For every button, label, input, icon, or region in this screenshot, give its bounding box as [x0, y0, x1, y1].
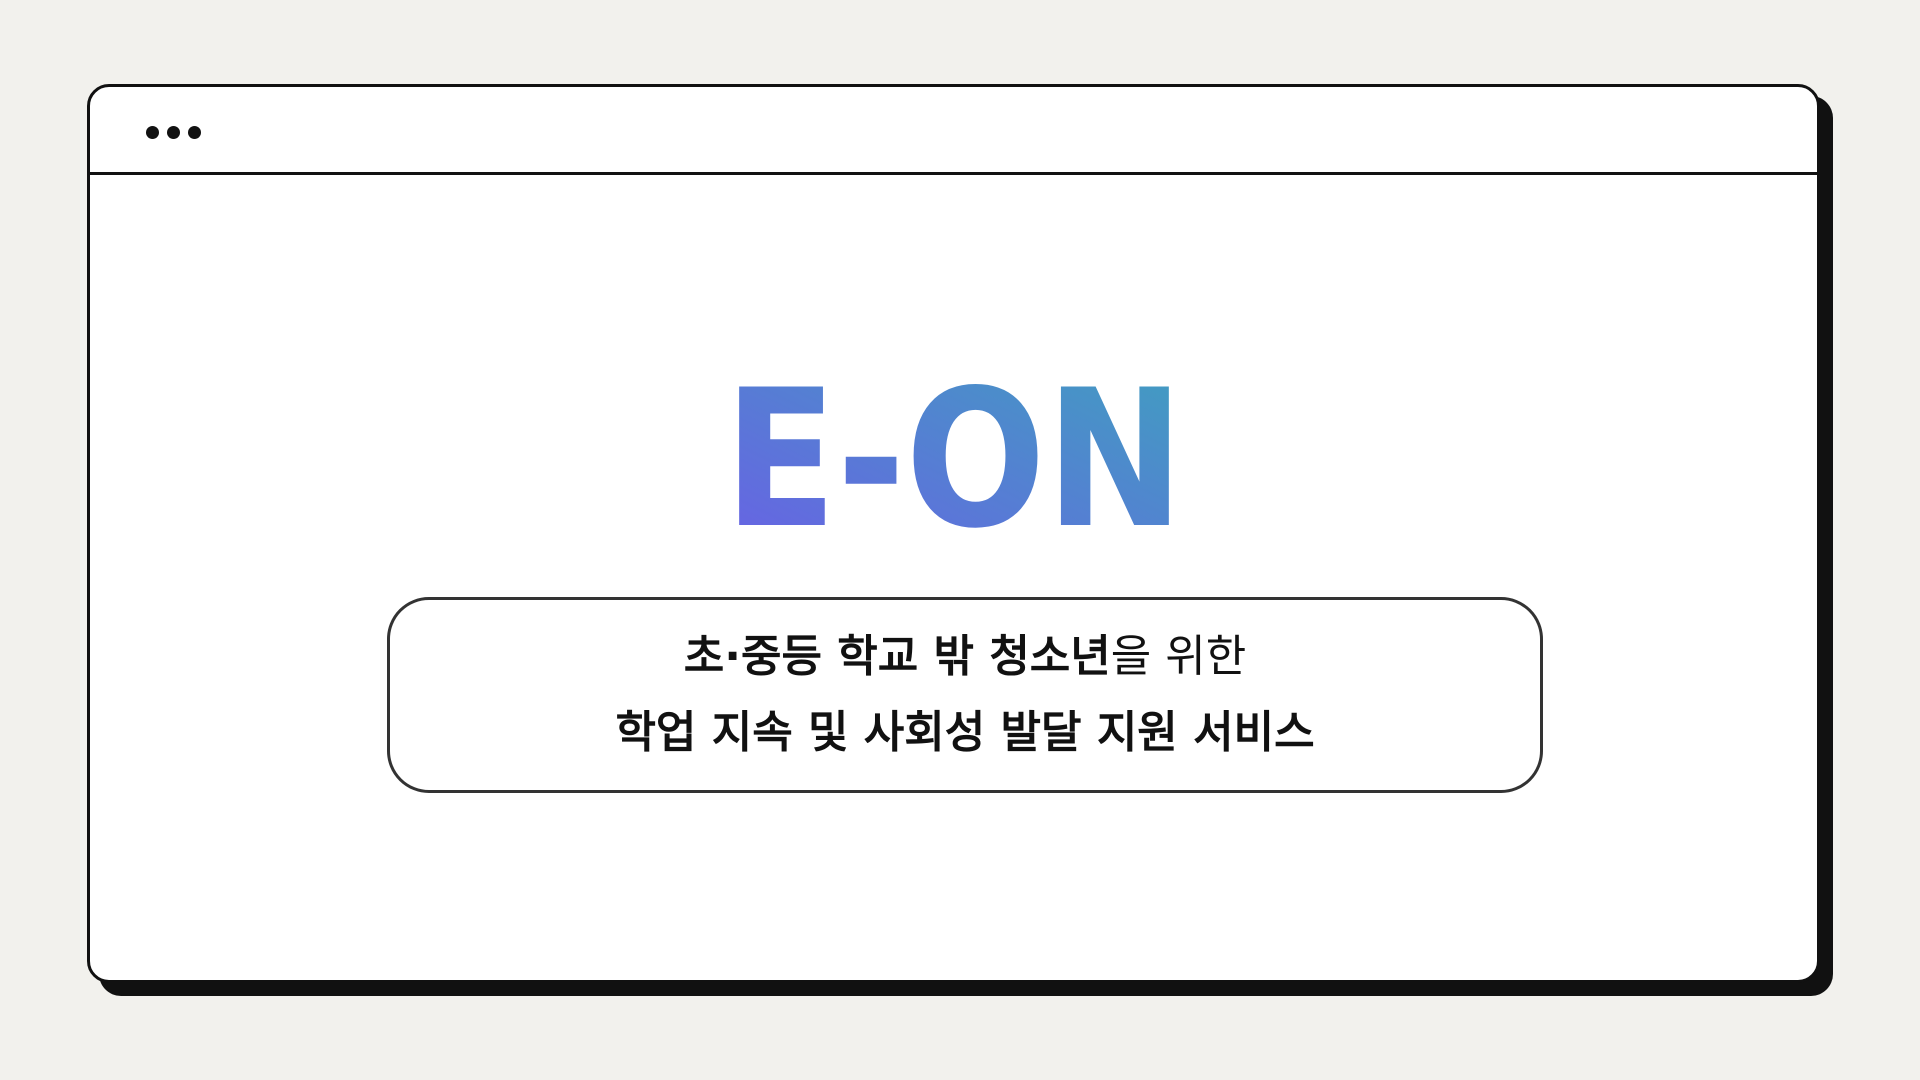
tagline-line-1: 초·중등 학교 밖 청소년을 위한 — [684, 619, 1246, 695]
tagline-box: 초·중등 학교 밖 청소년을 위한 학업 지속 및 사회성 발달 지원 서비스 — [387, 597, 1543, 793]
eon-logo: E-ON — [717, 375, 1192, 545]
more-dots-icon[interactable] — [146, 126, 201, 139]
tagline-line-2: 학업 지속 및 사회성 발달 지원 서비스 — [615, 707, 1315, 758]
eon-logo-graphic: E-ON — [724, 375, 1184, 545]
dot-icon — [167, 126, 180, 139]
dot-icon — [188, 126, 201, 139]
tagline-line-1-bold: 초·중등 학교 밖 청소년 — [683, 631, 1111, 682]
dot-icon — [146, 126, 159, 139]
logo-text: E-ON — [724, 375, 1184, 545]
tagline-line-1-regular: 을 위한 — [1110, 631, 1247, 682]
window-titlebar — [90, 87, 1817, 175]
